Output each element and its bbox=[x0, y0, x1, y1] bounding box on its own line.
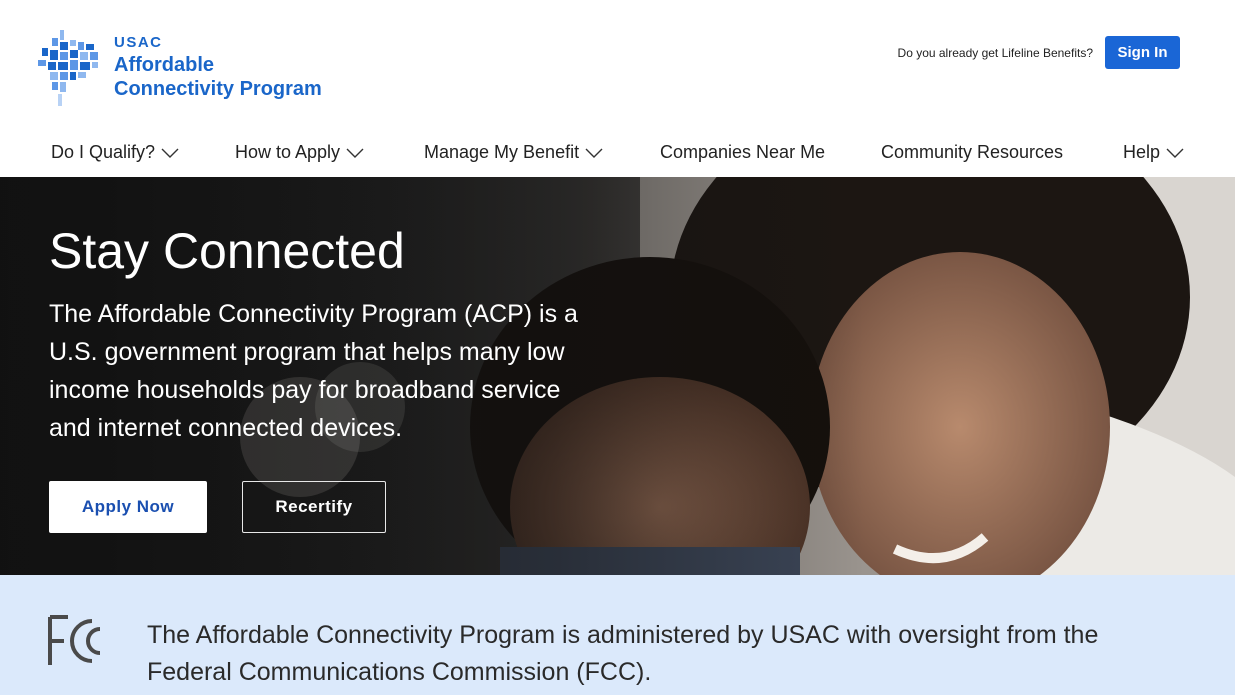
nav-item-label: Help bbox=[1123, 142, 1161, 162]
apply-now-button[interactable]: Apply Now bbox=[49, 481, 207, 533]
nav-item-label: Manage My Benefit bbox=[424, 142, 580, 162]
fcc-banner-text: The Affordable Connectivity Program is a… bbox=[147, 621, 1099, 686]
hero-description: The Affordable Connectivity Program (ACP… bbox=[49, 300, 578, 442]
nav-item-do-i-qualify[interactable]: Do I Qualify? bbox=[51, 128, 179, 177]
nav-item-help[interactable]: Help bbox=[1123, 128, 1184, 177]
nav-item-companies-near-me[interactable]: Companies Near Me bbox=[660, 128, 825, 177]
acp-logo[interactable]: USAC Affordable Connectivity Program bbox=[38, 30, 328, 110]
site-header: USAC Affordable Connectivity Program Do … bbox=[0, 0, 1235, 128]
nav-item-how-to-apply[interactable]: How to Apply bbox=[235, 128, 364, 177]
sign-in-button[interactable]: Sign In bbox=[1105, 36, 1180, 69]
signin-area: Do you already get Lifeline Benefits? Si… bbox=[898, 36, 1180, 69]
chevron-down-icon bbox=[585, 148, 603, 158]
logo-program-line1: Affordable bbox=[114, 54, 214, 76]
main-nav: Do I Qualify? How to Apply Manage My Ben… bbox=[0, 128, 1235, 177]
chevron-down-icon bbox=[346, 148, 364, 158]
fcc-banner: The Affordable Connectivity Program is a… bbox=[0, 575, 1235, 695]
acp-logo-icon bbox=[38, 30, 98, 106]
logo-org: USAC bbox=[114, 34, 163, 51]
logo-text: USAC Affordable Connectivity Program bbox=[114, 34, 322, 101]
lifeline-question: Do you already get Lifeline Benefits? bbox=[897, 45, 1093, 60]
nav-item-label: Do I Qualify? bbox=[51, 142, 156, 162]
hero-section: Stay Connected The Affordable Connectivi… bbox=[0, 177, 1235, 575]
chevron-down-icon bbox=[1166, 148, 1184, 158]
hero-title: Stay Connected bbox=[49, 223, 405, 279]
nav-item-label: How to Apply bbox=[235, 142, 341, 162]
nav-item-community-resources[interactable]: Community Resources bbox=[881, 128, 1063, 177]
chevron-down-icon bbox=[161, 148, 179, 158]
nav-item-label: Companies Near Me bbox=[660, 142, 826, 162]
nav-item-manage-my-benefit[interactable]: Manage My Benefit bbox=[424, 128, 603, 177]
fcc-logo-icon bbox=[48, 615, 101, 665]
nav-item-label: Community Resources bbox=[881, 142, 1064, 162]
recertify-button[interactable]: Recertify bbox=[242, 481, 386, 533]
logo-program-line2: Connectivity Program bbox=[114, 78, 322, 100]
